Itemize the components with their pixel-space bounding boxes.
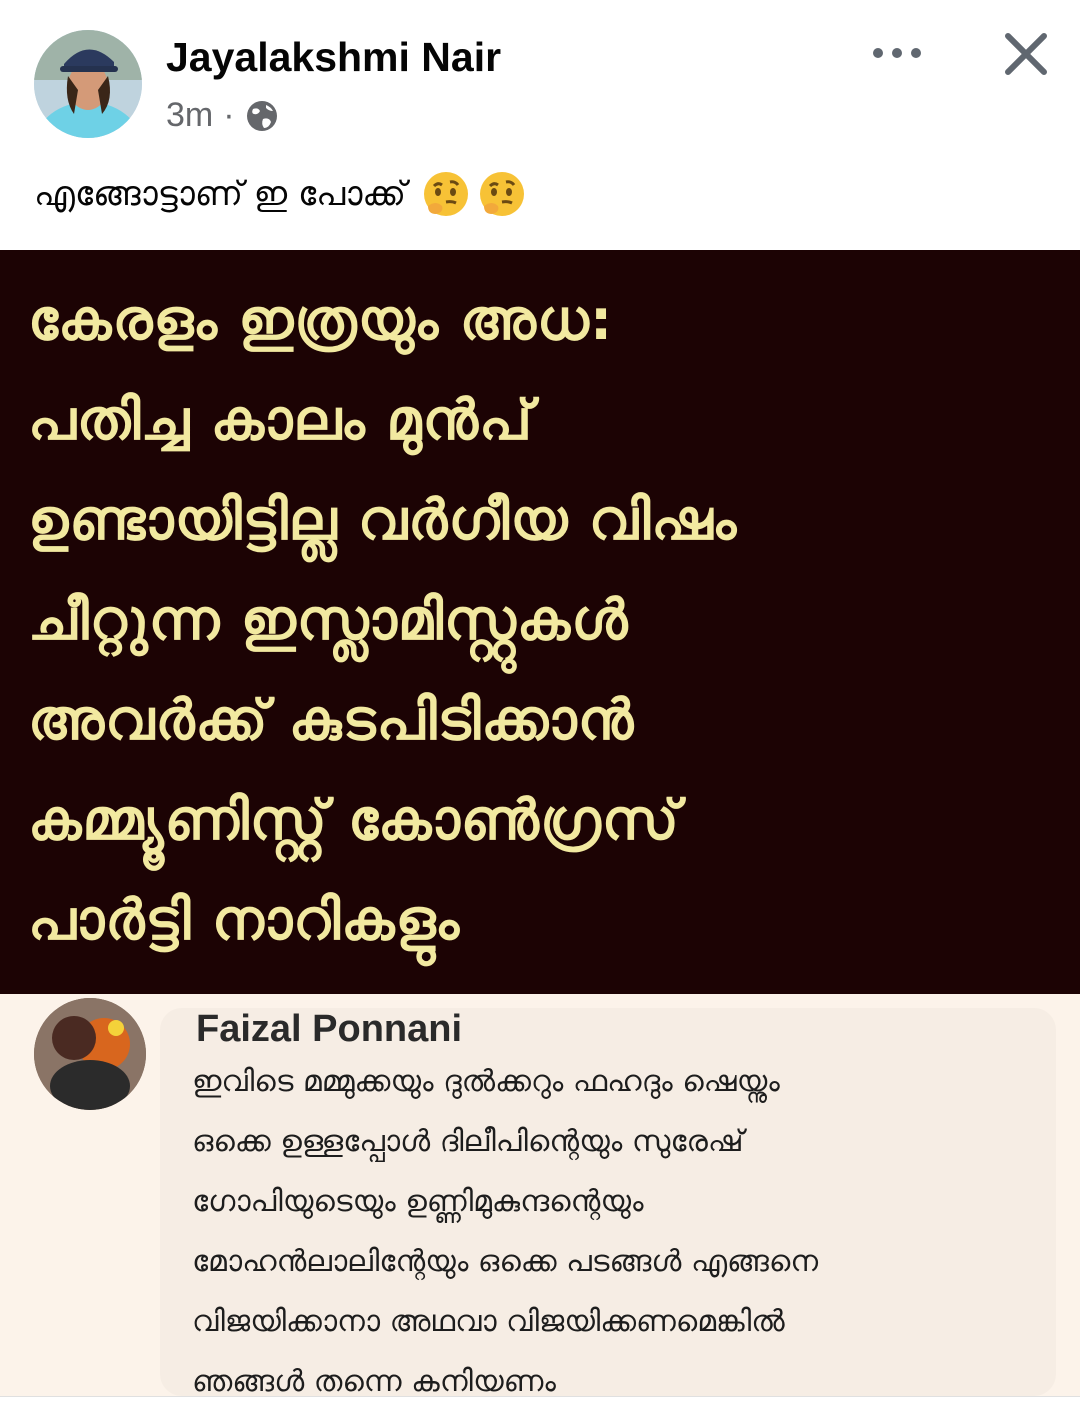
more-horizontal-icon[interactable] — [868, 38, 926, 68]
close-icon[interactable] — [1002, 30, 1050, 78]
caption-text: എങ്ങോട്ടാണ് ഇ പോക്ക് — [34, 174, 407, 214]
author-avatar[interactable] — [34, 30, 142, 138]
comment-line: ഞങ്ങൾ തന്നെ കനിയണം — [192, 1364, 556, 1399]
bottom-divider — [0, 1396, 1080, 1416]
poster-line: അവർക്ക് കുടപിടിക്കാൻ — [28, 688, 635, 753]
post-caption: എങ്ങോട്ടാണ് ഇ പോക്ക് — [34, 168, 528, 220]
poster-line: ചീറ്റുന്ന ഇസ്ലാമിസ്റ്റുകൾ — [28, 588, 629, 653]
author-name[interactable]: Jayalakshmi Nair — [166, 34, 501, 81]
post-screen: Jayalakshmi Nair 3m · എങ്ങോട്ടാണ് ഇ പോക്… — [0, 0, 1080, 1416]
post-header: Jayalakshmi Nair 3m · — [0, 0, 1080, 160]
author-photo — [34, 30, 142, 138]
comment-line: ഒക്കെ ഉള്ളപ്പോൾ ദിലീപിന്റെയും സുരേഷ് — [192, 1124, 744, 1159]
comment-line: ഇവിടെ മമ്മുക്കയും ദുൽക്കറും ഫഹദും ഷെയ്നു… — [192, 1064, 780, 1099]
comment-line: മോഹൻലാലിന്റേയും ഒക്കെ പടങ്ങൾ എങ്ങനെ — [192, 1244, 819, 1279]
post-meta: 3m · — [166, 96, 279, 135]
thinking-face-icon — [480, 172, 525, 216]
comment-line: ഗോപിയുടെയും ഉണ്ണിമുകുന്ദന്റെയും — [192, 1184, 644, 1219]
comment-line: വിജയിക്കാനാ അഥവാ വിജയിക്കണമെങ്കിൽ — [192, 1304, 785, 1339]
globe-icon — [246, 100, 277, 131]
poster-line: ഉണ്ടായിട്ടില്ല വർഗീയ വിഷം — [28, 488, 738, 553]
poster-line: കേരളം ഇത്രയും അധ: — [28, 288, 614, 353]
post-image[interactable]: കേരളം ഇത്രയും അധ: പതിച്ച കാലം മുൻപ് ഉണ്ട… — [0, 250, 1080, 994]
post-timestamp[interactable]: 3m — [166, 96, 213, 135]
commenter-name: Faizal Ponnani — [196, 1008, 463, 1050]
poster-line: പാർട്ടി നാറികളും — [28, 888, 461, 953]
poster-line: കമ്മ്യൂണിസ്റ്റ് കോൺഗ്രസ് — [28, 788, 680, 853]
thinking-face-icon — [424, 172, 469, 216]
commenter-photo — [34, 998, 146, 1110]
meta-separator: · — [223, 96, 235, 134]
commenter-avatar — [34, 998, 146, 1110]
comment-screenshot: Faizal Ponnani ഇവിടെ മമ്മുക്കയും ദുൽക്കറ… — [0, 994, 1080, 1399]
poster-line: പതിച്ച കാലം മുൻപ് — [28, 388, 533, 453]
